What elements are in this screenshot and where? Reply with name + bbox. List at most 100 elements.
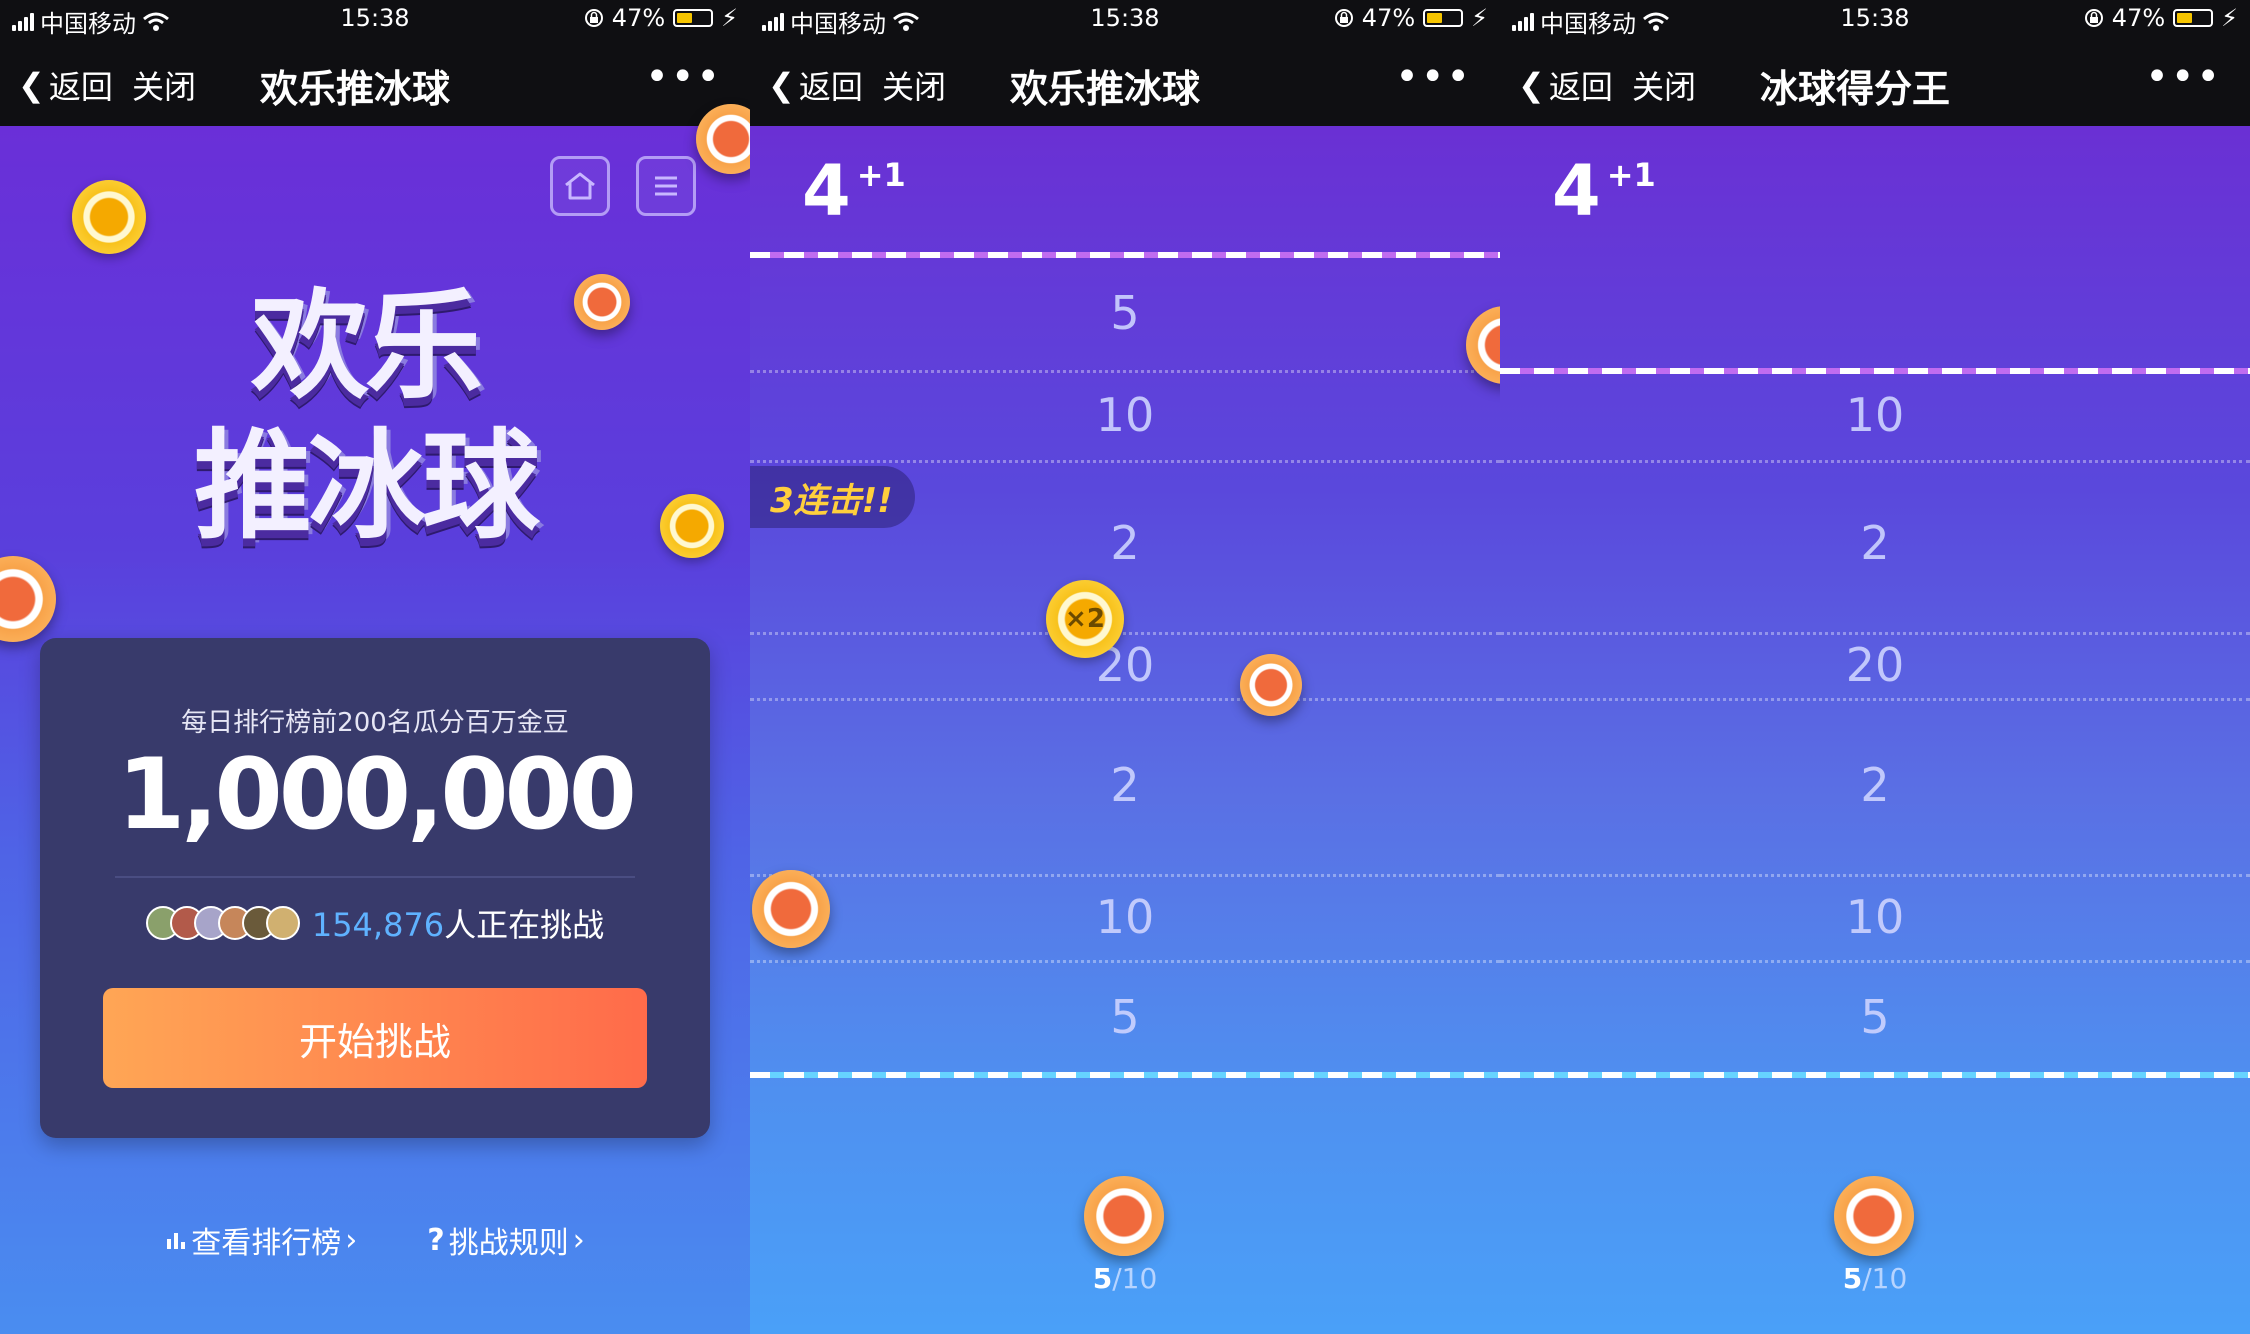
status-bar: 中国移动 15:38 47% ⚡ — [0, 0, 750, 40]
challengers-row: 154,876人正在挑战 — [40, 900, 710, 946]
progress-total: /10 — [1112, 1262, 1158, 1295]
start-challenge-button[interactable]: 开始挑战 — [103, 988, 647, 1088]
battery-percent: 47% — [611, 4, 666, 32]
leaderboard-link[interactable]: 查看排行榜 › — [165, 1218, 357, 1262]
score-value: 4 — [1552, 150, 1601, 232]
score-bonus: +1 — [1606, 156, 1656, 194]
game-screen: 中国移动 15:38 47% ⚡ ❮返回 关闭 欢乐推冰球 ••• 4+1 — [750, 0, 1500, 1334]
launch-puck[interactable] — [1834, 1176, 1914, 1256]
zone-label: 2 — [1860, 758, 1890, 812]
zone-label: 5 — [1110, 990, 1140, 1044]
more-menu-button[interactable]: ••• — [1395, 54, 1472, 100]
logo-line-2: 推冰球 — [193, 417, 540, 555]
lane-divider — [1500, 960, 2250, 963]
nav-bar: ❮ 返回 关闭 欢乐推冰球 ••• — [750, 40, 1500, 126]
lane-divider — [1500, 460, 2250, 463]
game-screen-alt: 中国移动 15:38 47% ⚡ ❮ 返回 关闭 冰球得分王 ••• 4 +1 10 — [1500, 0, 2250, 1334]
page-title: 欢乐推冰球 — [1009, 67, 1200, 111]
nav-bar: ❮ 返回 关闭 冰球得分王 ••• — [1500, 40, 2250, 126]
lane-divider — [1500, 874, 2250, 877]
zone-label: 10 — [1845, 890, 1905, 944]
board-top-line — [750, 252, 1500, 258]
game-logo: 欢乐 推冰球 — [130, 250, 600, 570]
zone-label: 2 — [1110, 758, 1140, 812]
decorative-gold-coin — [660, 494, 724, 558]
lane-divider — [750, 370, 1500, 373]
lane-divider — [750, 632, 1500, 635]
home-icon-button[interactable] — [550, 156, 610, 216]
puck — [1240, 654, 1302, 716]
screenshots-row: 中国移动 15:38 47% ⚡ ❮ 返回 关闭 欢乐推冰球 ••• 欢乐 推冰… — [0, 0, 2250, 1334]
score-bonus: +1 — [856, 156, 906, 194]
home-screen: 中国移动 15:38 47% ⚡ ❮ 返回 关闭 欢乐推冰球 ••• 欢乐 推冰… — [0, 0, 750, 1334]
chevron-right-icon: › — [572, 1222, 585, 1258]
divider — [115, 876, 635, 878]
more-menu-button[interactable]: ••• — [645, 54, 722, 100]
list-icon — [655, 176, 677, 196]
board-bottom-line — [1500, 1072, 2250, 1078]
bar-chart-icon — [167, 1233, 186, 1249]
lock-rotation-icon — [1334, 9, 1353, 27]
score-value: 4 — [802, 150, 851, 232]
battery-icon — [1423, 9, 1464, 27]
zone-label: 2 — [1860, 516, 1890, 570]
battery-icon — [2173, 9, 2214, 27]
board-top-line — [1500, 368, 2250, 374]
zone-label: 5 — [1860, 990, 1890, 1044]
progress-total: /10 — [1862, 1262, 1908, 1295]
lane-divider — [750, 874, 1500, 877]
multiplier-coin: ×2 — [1046, 580, 1124, 658]
nav-bar: ❮ 返回 关闭 欢乐推冰球 ••• — [0, 40, 750, 126]
charging-icon: ⚡ — [1471, 4, 1488, 32]
combo-badge: 3连击!! — [750, 466, 915, 528]
chevron-right-icon: › — [345, 1222, 358, 1258]
rules-label: 挑战规则 — [448, 1226, 569, 1261]
page-title: 冰球得分王 — [1759, 67, 1950, 111]
zone-label: 10 — [1845, 388, 1905, 442]
battery-percent: 47% — [1361, 4, 1416, 32]
shots-progress: 5/10 — [750, 1262, 1500, 1295]
lane-divider — [1500, 698, 2250, 701]
rules-link[interactable]: ? 挑战规则 › — [427, 1218, 584, 1262]
lane-divider — [750, 460, 1500, 463]
progress-current: 5 — [1842, 1262, 1863, 1295]
decorative-gold-coin — [72, 180, 146, 254]
score-display: 4 +1 — [802, 150, 906, 232]
shots-progress: 5/10 — [1500, 1262, 2250, 1295]
prize-amount: 1,000,000 — [117, 738, 637, 852]
lane-divider — [750, 960, 1500, 963]
charging-icon: ⚡ — [2221, 4, 2238, 32]
puck — [752, 870, 830, 948]
progress-current: 5 — [1092, 1262, 1113, 1295]
game-background — [1500, 126, 2250, 1334]
battery-percent: 47% — [2111, 4, 2166, 32]
multiplier-label: ×2 — [1065, 604, 1105, 634]
home-icon — [565, 172, 595, 200]
score-display: 4 +1 — [1552, 150, 1656, 232]
lock-rotation-icon — [2084, 9, 2103, 27]
lane-divider — [750, 698, 1500, 701]
status-bar: 中国移动 15:38 47% ⚡ — [750, 0, 1500, 40]
charging-icon: ⚡ — [721, 4, 738, 32]
status-right: 47% ⚡ — [1334, 4, 1488, 32]
avatar — [265, 906, 300, 940]
lock-rotation-icon — [584, 9, 603, 27]
question-icon: ? — [427, 1222, 445, 1258]
status-right: 47% ⚡ — [584, 4, 738, 32]
page-title: 欢乐推冰球 — [259, 67, 450, 111]
launch-puck[interactable] — [1084, 1176, 1164, 1256]
prize-card: 每日排行榜前200名瓜分百万金豆 1,000,000 154,876人正在挑战 … — [40, 638, 710, 1138]
more-menu-button[interactable]: ••• — [2145, 54, 2222, 100]
leaderboard-label: 查看排行榜 — [191, 1226, 342, 1261]
avatar-stack — [145, 906, 300, 940]
zone-label: 20 — [1845, 638, 1905, 692]
status-bar: 中国移动 15:38 47% ⚡ — [1500, 0, 2250, 40]
zone-label: 20 — [1095, 638, 1155, 692]
battery-icon — [673, 9, 714, 27]
bottom-links: 查看排行榜 › ? 挑战规则 › — [0, 1218, 750, 1262]
prize-subtitle: 每日排行榜前200名瓜分百万金豆 — [181, 708, 569, 738]
challengers-count: 154,876 — [311, 906, 445, 944]
menu-icon-button[interactable] — [636, 156, 696, 216]
board-bottom-line — [750, 1072, 1500, 1078]
challengers-label: 人正在挑战 — [444, 906, 605, 944]
